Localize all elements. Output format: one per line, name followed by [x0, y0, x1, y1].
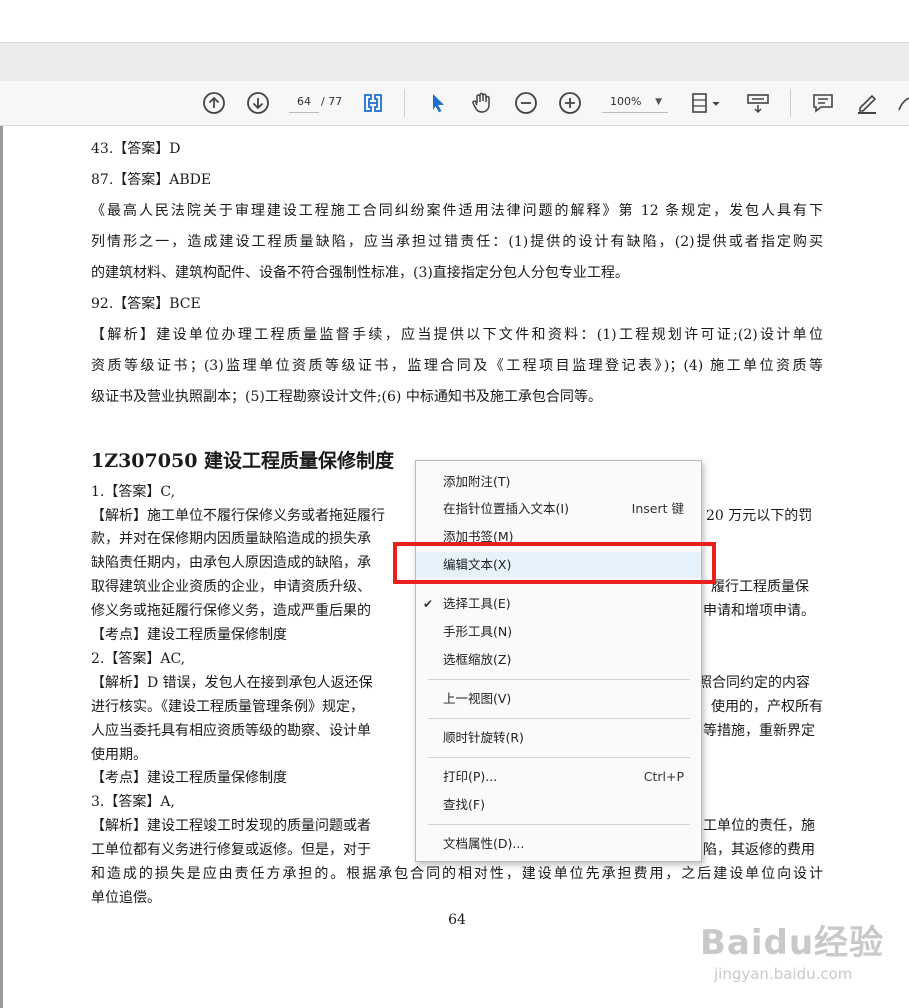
text-line: 【解析】建设工程竣工时发现的质量问题或者: [91, 818, 371, 834]
text-line: 进行核实。《建设工程质量管理条例》规定，: [91, 699, 364, 715]
toolbar-separator: [790, 89, 791, 117]
window-top-area: [0, 0, 909, 42]
page-total-label: / 77: [321, 95, 343, 108]
context-menu: 添加附注(T) 在指针位置插入文本(I) Insert 键 添加书签(M) 编辑…: [415, 460, 702, 862]
menu-item-label: 查找(F): [443, 797, 485, 812]
menu-item-label: 添加附注(T): [443, 474, 511, 489]
text-line: 缺陷责任期内，由承包人原因造成的缺陷，承: [91, 555, 371, 571]
text-line: 履行工程质量保: [711, 579, 809, 595]
arrow-up-circle-icon[interactable]: [201, 90, 227, 116]
text-line: 87.【答案】ABDE: [91, 172, 212, 188]
menu-separator: [428, 718, 690, 719]
select-arrow-icon[interactable]: [425, 90, 451, 116]
text-line: 等措施，重新界定: [703, 723, 815, 739]
menu-item-label: 选框缩放(Z): [443, 652, 512, 667]
tab-bar: [0, 42, 909, 82]
text-line: 2.【答案】AC,: [91, 651, 186, 667]
text-line: 修义务或拖延履行保修义务，造成严重后果的: [91, 603, 371, 619]
zoom-select[interactable]: 100% ▼: [602, 92, 668, 113]
text-line: 级证书及营业执照副本；(5)工程勘察设计文件;(6) 中标通知书及施工承包合同等…: [91, 389, 602, 405]
menu-separator: [428, 757, 690, 758]
text-line: 单位追偿。: [91, 890, 161, 906]
section-heading: 1Z307050 建设工程质量保修制度: [91, 450, 395, 472]
text-line: 【考点】建设工程质量保修制度: [91, 627, 287, 643]
text-line: 43.【答案】D: [91, 141, 181, 157]
zoom-in-icon[interactable]: [557, 90, 583, 116]
text-line: 的建筑材料、建筑构配件、设备不符合强制性标准，(3)直接指定分包人分包专业工程。: [91, 265, 629, 281]
text-line: 【考点】建设工程质量保修制度: [91, 770, 287, 786]
highlight-pen-icon[interactable]: [854, 90, 880, 116]
menu-separator: [428, 679, 690, 680]
text-line: 人应当委托具有相应资质等级的勘察、设计单: [91, 723, 371, 739]
menu-item-shortcut: Insert 键: [631, 501, 684, 516]
page-number-input[interactable]: 64: [289, 92, 319, 113]
menu-separator: [428, 824, 690, 825]
page-layout-icon[interactable]: [689, 90, 723, 116]
toolbar-separator: [404, 89, 405, 117]
page-left-edge: [0, 126, 3, 1008]
text-line: 工单位的责任，施: [703, 818, 815, 834]
menu-item-label: 顺时针旋转(R): [443, 730, 524, 745]
menu-item-label: 在指针位置插入文本(I): [443, 501, 569, 516]
watermark-brand: Baidu经验: [700, 923, 885, 963]
menu-item-find[interactable]: 查找(F): [416, 792, 701, 818]
comment-icon[interactable]: [810, 90, 836, 116]
text-line: 使用的，产权所有: [711, 699, 823, 715]
text-line: 【解析】施工单位不履行保修义务或者拖延履行: [91, 508, 385, 524]
toolbar: 64 / 77 100% ▼: [0, 81, 909, 126]
text-line: 取得建筑业企业资质的企业，申请资质升级、: [91, 579, 371, 595]
watermark: Baidu经验 jingyan.baidu.com: [700, 915, 900, 995]
text-line: 资质等级证书；(3)监理单位资质等级证书，监理合同及《工程项目监理登记表》)；(…: [91, 358, 823, 374]
menu-item-hand-tool[interactable]: 手形工具(N): [416, 619, 701, 645]
text-line: 和造成的损失是应由责任方承担的。根据承包合同的相对性，建设单位先承担费用，之后建…: [91, 866, 823, 882]
zoom-value: 100%: [610, 95, 642, 108]
menu-item-add-note[interactable]: 添加附注(T): [416, 469, 701, 495]
menu-item-marquee-zoom[interactable]: 选框缩放(Z): [416, 647, 701, 673]
menu-item-rotate-clockwise[interactable]: 顺时针旋转(R): [416, 725, 701, 751]
arrow-down-circle-icon[interactable]: [245, 90, 271, 116]
menu-item-previous-view[interactable]: 上一视图(V): [416, 686, 701, 712]
text-line: 照合同约定的内容: [698, 675, 810, 691]
text-line: 【解析】建设单位办理工程质量监督手续，应当提供以下文件和资料：(1)工程规划许可…: [91, 327, 823, 343]
menu-item-label: 打印(P)...: [443, 769, 498, 784]
menu-item-label: 上一视图(V): [443, 691, 512, 706]
text-line: 工单位都有义务进行修复或返修。但是，对于: [91, 842, 371, 858]
menu-item-label: 选择工具(E): [443, 596, 511, 611]
hand-icon[interactable]: [469, 90, 495, 116]
text-line: 款，并对在保修期内因质量缺陷造成的损失承: [91, 531, 371, 547]
text-line: 3.【答案】A,: [91, 794, 175, 810]
watermark-url: jingyan.baidu.com: [714, 965, 853, 983]
menu-item-select-tool[interactable]: ✔ 选择工具(E): [416, 591, 701, 617]
scroll-mode-icon[interactable]: [745, 90, 771, 116]
text-line: 【解析】D 错误，发包人在接到承包人返还保: [91, 675, 373, 691]
menu-item-document-properties[interactable]: 文档属性(D)...: [416, 831, 701, 857]
zoom-out-icon[interactable]: [513, 90, 539, 116]
menu-item-insert-text[interactable]: 在指针位置插入文本(I) Insert 键: [416, 496, 701, 522]
menu-item-shortcut: Ctrl+P: [643, 769, 684, 784]
text-line: 陷，其返修的费用: [703, 842, 815, 858]
menu-item-label: 手形工具(N): [443, 624, 513, 639]
chevron-down-icon: ▼: [655, 97, 662, 107]
text-line: 《最高人民法院关于审理建设工程施工合同纠纷案件适用法律问题的解释》第 12 条规…: [91, 203, 823, 219]
text-line: 申请和增项申请。: [703, 603, 815, 619]
text-line: 1.【答案】C,: [91, 484, 176, 500]
highlight-box: [393, 542, 716, 584]
fit-page-icon[interactable]: [360, 90, 386, 116]
text-line: 使用期。: [91, 747, 147, 763]
menu-item-label: 文档属性(D)...: [443, 836, 525, 851]
menu-item-print[interactable]: 打印(P)... Ctrl+P: [416, 764, 701, 790]
text-line: 92.【答案】BCE: [91, 296, 201, 312]
checkmark-icon: ✔: [423, 597, 434, 611]
text-line: 列情形之一，造成建设工程质量缺陷，应当承担过错责任：(1)提供的设计有缺陷，(2…: [91, 234, 823, 250]
text-line: 20 万元以下的罚: [706, 508, 813, 524]
draw-icon[interactable]: [895, 90, 909, 116]
